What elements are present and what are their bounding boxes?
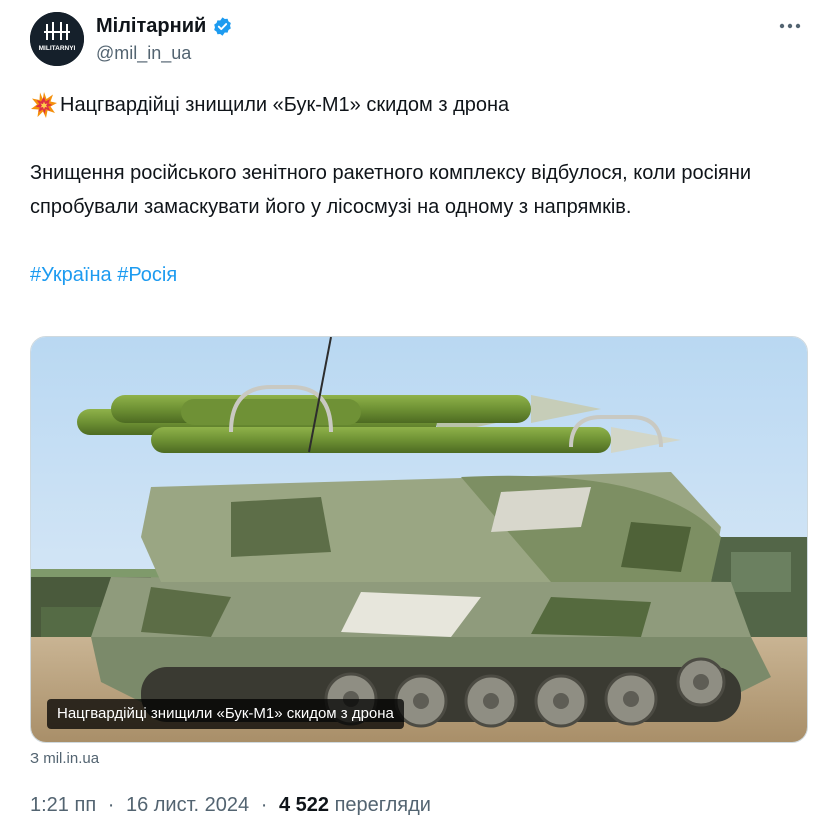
more-dots-icon (779, 23, 801, 29)
post-date[interactable]: 16 лист. 2024 (126, 794, 249, 816)
svg-text:MILITARNYI: MILITARNYI (39, 45, 76, 52)
post-body: Знищення російського зенітного ракетного… (30, 162, 752, 218)
separator: · (107, 794, 115, 816)
verified-badge-icon[interactable] (212, 16, 233, 37)
media-card[interactable]: Нацгвардійці знищили «Бук-М1» скидом з д… (30, 336, 808, 743)
headline-text: Нацгвардійці знищили «Бук-М1» скидом з д… (60, 94, 510, 116)
post-headline: Нацгвардійці знищили «Бук-М1» скидом з д… (30, 88, 800, 122)
post-card: MILITARNYI Мілітарний @mil_in_ua Нацгвар… (0, 0, 816, 817)
separator: · (260, 794, 268, 816)
views-label: перегляди (334, 794, 431, 816)
more-options-button[interactable] (776, 16, 804, 36)
hashtag-ukraine[interactable]: #Україна (30, 264, 112, 286)
avatar[interactable]: MILITARNYI (30, 12, 84, 66)
post-meta: 1:21 пп · 16 лист. 2024 · 4 522 перегляд… (30, 794, 431, 817)
author-block: Мілітарний @mil_in_ua (96, 14, 233, 64)
link-source[interactable]: З mil.in.ua (30, 750, 99, 767)
collision-emoji-icon (30, 91, 58, 119)
post-time[interactable]: 1:21 пп (30, 794, 96, 816)
name-row: Мілітарний (96, 14, 233, 38)
image-caption: Нацгвардійці знищили «Бук-М1» скидом з д… (47, 699, 404, 729)
handle[interactable]: @mil_in_ua (96, 42, 233, 64)
post-text: Нацгвардійці знищили «Бук-М1» скидом з д… (30, 88, 800, 292)
display-name[interactable]: Мілітарний (96, 14, 206, 38)
post-image (31, 337, 807, 742)
views-count: 4 522 (278, 794, 330, 816)
hashtags: #Україна #Росія (30, 258, 800, 292)
hashtag-russia[interactable]: #Росія (117, 264, 177, 286)
